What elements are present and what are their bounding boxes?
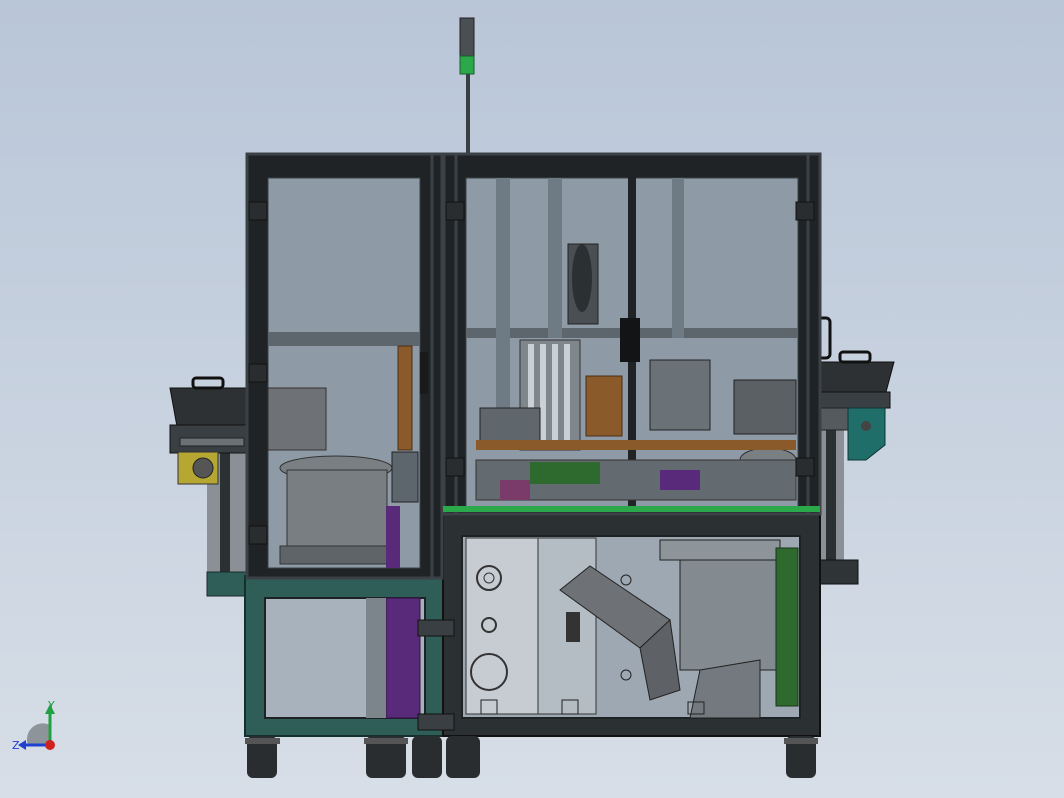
signal-tower (459, 17, 475, 156)
axis-y-label: Y (47, 699, 55, 712)
axis-triad: Y Z (12, 699, 55, 752)
left-feeder-module (169, 376, 249, 597)
enclosure-right-cell (444, 154, 820, 514)
base-green-strip (443, 506, 820, 512)
right-feeder-module (816, 316, 895, 585)
axis-z-label: Z (12, 739, 20, 752)
cad-viewport[interactable]: Y Z (0, 0, 1064, 798)
casters (245, 736, 818, 778)
enclosure-left-cell (247, 154, 442, 578)
